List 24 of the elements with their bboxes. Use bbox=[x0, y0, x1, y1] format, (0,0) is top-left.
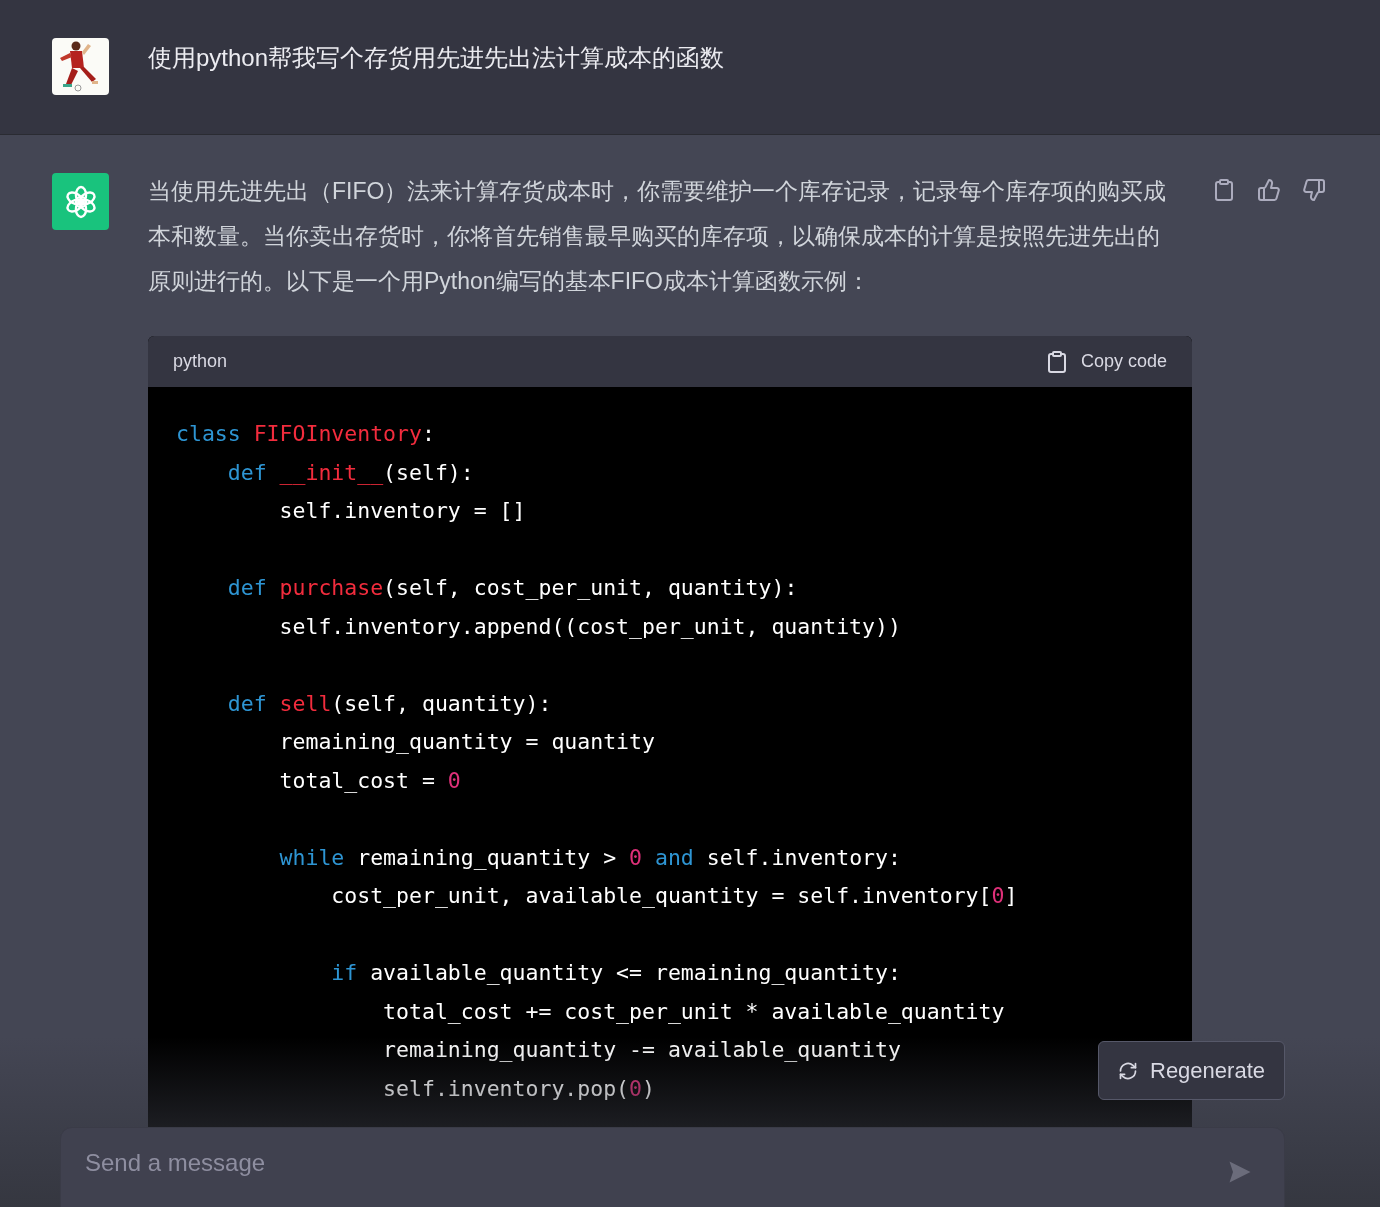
thumbs-up-icon[interactable] bbox=[1257, 178, 1281, 202]
code-line: self.inventory.pop(0) bbox=[382, 1074, 655, 1103]
code-line: remaining_quantity -= available_quantity bbox=[382, 1036, 901, 1064]
refresh-icon bbox=[1118, 1060, 1138, 1081]
code-line: def sell(self, quantity): bbox=[226, 689, 552, 718]
code-language: python bbox=[173, 350, 228, 373]
thumbs-down-icon[interactable] bbox=[1302, 178, 1326, 202]
message-input[interactable]: Send a message bbox=[60, 1127, 1285, 1207]
code-line: self.inventory.append((cost_per_unit, quantity)) bbox=[278, 612, 901, 641]
regenerate-button[interactable]: Regenerate bbox=[1098, 1041, 1285, 1100]
assistant-message: 当使用先进先出（FIFO）法来计算存货成本时，你需要维护一个库存记录，记录每个库存项的购买成本和数量。当你卖出存货时，你将首先销售最早购买的库存项，以确保成本的计算是按照先进先出的原则进行的。以下是一个用Python编写的基本FIFO成本计算函数示例： bbox=[148, 177, 1168, 296]
code-line: total_cost += cost_per_unit * available_quantity bbox=[382, 997, 1005, 1026]
code-line: class FIFOInventory: bbox=[176, 420, 435, 448]
code-line: self.inventory = [] bbox=[278, 497, 526, 525]
code-line: def __init__(self): bbox=[226, 458, 474, 487]
code-line: if available_quantity <= remaining_quantity: bbox=[330, 959, 901, 987]
code-line: total_cost = 0 bbox=[278, 766, 461, 795]
clipboard-icon bbox=[1212, 178, 1236, 202]
code-line: remaining_quantity = quantity bbox=[278, 728, 655, 756]
code-line: def purchase(self, cost_per_unit, quantity): bbox=[226, 574, 798, 602]
code-line: cost_per_unit, available_quantity = self.inventory[0] bbox=[330, 882, 1018, 910]
user-message: 使用python帮我写个存货用先进先出法计算成本的函数 bbox=[148, 43, 725, 73]
copy-code-button[interactable]: Copy code bbox=[1044, 348, 1167, 375]
code-line: while remaining_quantity > 0 and self.inventory: bbox=[278, 843, 901, 872]
